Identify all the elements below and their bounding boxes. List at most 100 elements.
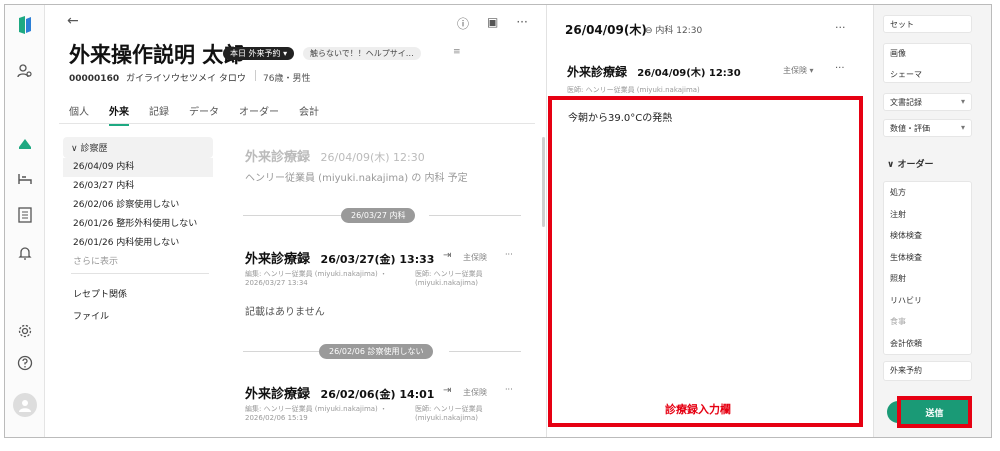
note-badge[interactable]: 触らないで！！ヘルプサイ… — [303, 47, 421, 60]
notification-bell-icon[interactable] — [15, 243, 35, 263]
patient-search-icon[interactable] — [15, 61, 35, 81]
more-options-icon[interactable]: ··· — [835, 21, 846, 34]
document-list-icon[interactable] — [15, 205, 35, 225]
editor-record-datetime: 26/04/09(木) 12:30 — [637, 68, 741, 79]
file-link[interactable]: ファイル — [73, 309, 109, 322]
record-editor: 編集: ヘンリー従業員 (miyuki.nakajima) ・ — [245, 405, 388, 413]
tabs-divider — [59, 123, 535, 124]
record-doctor: 医師: ヘンリー従業員 — [415, 270, 483, 278]
divider — [429, 215, 521, 216]
link-icon: ⊖ — [645, 26, 653, 36]
record-title: 外来診療録 26/03/27(金) 13:33 — [245, 248, 434, 267]
patient-kana: ガイライソウセツメイ タロウ — [125, 74, 246, 84]
planned-record-subtitle: ヘンリー従業員 (miyuki.nakajima) の 内科 予定 — [245, 173, 468, 184]
user-avatar[interactable] — [13, 393, 37, 417]
id-card-icon[interactable]: ▣ — [487, 15, 498, 32]
copy-icon[interactable]: ⇥ — [443, 385, 451, 396]
patient-name: 外来操作説明 太郎 — [69, 43, 245, 67]
record-label: 外来診療録 — [245, 387, 311, 402]
order-injection[interactable]: 注射 — [884, 204, 971, 226]
editor-record-label: 外来診療録 — [567, 65, 628, 79]
chevron-down-icon: ▾ — [960, 97, 965, 106]
record-doctor-meta: 医師: ヘンリー従業員 (miyuki.nakajima) — [415, 270, 483, 288]
help-icon[interactable] — [15, 353, 35, 373]
order-billing-request[interactable]: 会計依頼 — [884, 333, 971, 355]
insurance-label: 主保険 — [463, 253, 487, 262]
outpatient-icon[interactable] — [15, 133, 35, 153]
document-record-label: 文書記録 — [890, 98, 922, 107]
more-options-icon[interactable]: ··· — [505, 385, 513, 394]
order-specimen-test[interactable]: 検体検査 — [884, 225, 971, 247]
history-item[interactable]: 26/01/26 内科使用しない — [63, 234, 213, 253]
info-icon[interactable]: ⓘ — [457, 15, 469, 32]
record-datetime: 26/03/27(金) 13:33 — [320, 253, 435, 266]
editor-date: 26/04/09(木) — [565, 23, 647, 37]
app-logo-icon[interactable] — [15, 15, 35, 35]
more-options-icon[interactable]: ··· — [505, 250, 513, 259]
show-more-link[interactable]: さらに表示 — [63, 253, 213, 272]
patient-id-line: 00000160 ガイライソウセツメイ タロウ — [69, 71, 246, 84]
set-button[interactable]: セット — [883, 15, 972, 33]
order-physiological-test[interactable]: 生体検査 — [884, 247, 971, 269]
app-window: ← ⓘ ▣ ··· 外来操作説明 太郎 本日 外来予約 ▾ 触らないで！！ヘルプ… — [4, 4, 992, 438]
value-evaluation-label: 数値・評価 — [890, 124, 930, 133]
divider — [449, 351, 521, 352]
value-evaluation-button[interactable]: 数値・評価 ▾ — [883, 119, 972, 137]
send-button[interactable]: 送信 — [901, 400, 968, 424]
history-item[interactable]: 26/04/09 内科 — [63, 158, 213, 177]
history-item[interactable]: 26/03/27 内科 — [63, 177, 213, 196]
patient-id: 00000160 — [69, 74, 120, 84]
planned-record-datetime: 26/04/09(木) 12:30 — [320, 151, 425, 164]
timeline-scrollbar[interactable] — [542, 137, 545, 227]
receipt-link[interactable]: レセプト関係 — [73, 287, 127, 300]
order-rehabilitation[interactable]: リハビリ — [884, 290, 971, 312]
record-input-annotation: 診療録入力欄 — [665, 403, 731, 416]
visit-date-pill[interactable]: 26/02/06 診察使用しない — [319, 344, 434, 359]
divider — [243, 215, 343, 216]
column-divider — [546, 5, 547, 437]
record-doctor-id: (miyuki.nakajima) — [415, 279, 478, 287]
divider — [243, 351, 319, 352]
order-list: 処方 注射 検体検査 生体検査 照射 リハビリ 食事 会計依頼 — [883, 181, 972, 355]
record-edit-date: 2026/03/27 13:34 — [245, 279, 308, 287]
settings-gear-icon[interactable] — [15, 321, 35, 341]
copy-icon[interactable]: ⇥ — [443, 250, 451, 261]
record-body: 記載はありません — [245, 307, 325, 318]
record-datetime: 26/02/06(金) 14:01 — [320, 388, 435, 401]
record-edit-meta: 編集: ヘンリー従業員 (miyuki.nakajima) ・ 2026/02/… — [245, 405, 387, 423]
insurance-select[interactable]: 主保険 ▾ — [783, 65, 814, 76]
planned-record-title: 外来診療録 26/04/09(木) 12:30 — [245, 146, 425, 165]
record-edit-date: 2026/02/06 15:19 — [245, 414, 308, 422]
editor-visit-link[interactable]: ⊖ 内科 12:30 — [645, 23, 702, 36]
editor-doctor: 医師: ヘンリー従業員 (miyuki.nakajima) — [567, 86, 700, 94]
record-input-highlight — [548, 96, 863, 427]
record-doctor: 医師: ヘンリー従業員 — [415, 405, 483, 413]
header-actions: ⓘ ▣ ··· — [457, 15, 528, 32]
visit-history-header[interactable]: ∨ 診察歴 — [63, 137, 213, 158]
schema-button[interactable]: シェーマ — [890, 69, 965, 80]
insurance-label: 主保険 — [463, 388, 487, 397]
history-item[interactable]: 26/01/26 整形外科使用しない — [63, 215, 213, 234]
ward-icon[interactable] — [15, 169, 35, 189]
record-doctor-meta: 医師: ヘンリー従業員 (miyuki.nakajima) — [415, 405, 483, 423]
outpatient-reservation-button[interactable]: 外来予約 — [883, 361, 972, 381]
back-arrow-icon[interactable]: ← — [67, 13, 79, 29]
editor-record-title: 外来診療録 26/04/09(木) 12:30 — [567, 63, 741, 80]
more-options-icon[interactable]: ··· — [516, 15, 527, 32]
visit-history: ∨ 診察歴 26/04/09 内科 26/03/27 内科 26/02/06 診… — [63, 137, 213, 272]
visit-date-pill[interactable]: 26/03/27 内科 — [341, 208, 416, 223]
history-item[interactable]: 26/02/06 診察使用しない — [63, 196, 213, 215]
document-record-button[interactable]: 文書記録 ▾ — [883, 93, 972, 111]
order-radiation[interactable]: 照射 — [884, 268, 971, 290]
order-prescription[interactable]: 処方 — [884, 182, 971, 204]
patient-age-sex: 76歳・男性 — [263, 74, 311, 84]
image-schema-group: 画像 シェーマ — [883, 43, 972, 83]
image-button[interactable]: 画像 — [890, 48, 965, 59]
divider — [71, 273, 209, 274]
reservation-badge[interactable]: 本日 外来予約 ▾ — [223, 47, 295, 60]
more-options-icon[interactable]: ··· — [835, 63, 845, 74]
record-editor: 編集: ヘンリー従業員 (miyuki.nakajima) ・ — [245, 270, 388, 278]
record-edit-meta: 編集: ヘンリー従業員 (miyuki.nakajima) ・ 2026/03/… — [245, 270, 387, 288]
order-header[interactable]: ∨ オーダー — [887, 157, 933, 170]
note-list-icon[interactable]: ≡ — [453, 47, 461, 57]
